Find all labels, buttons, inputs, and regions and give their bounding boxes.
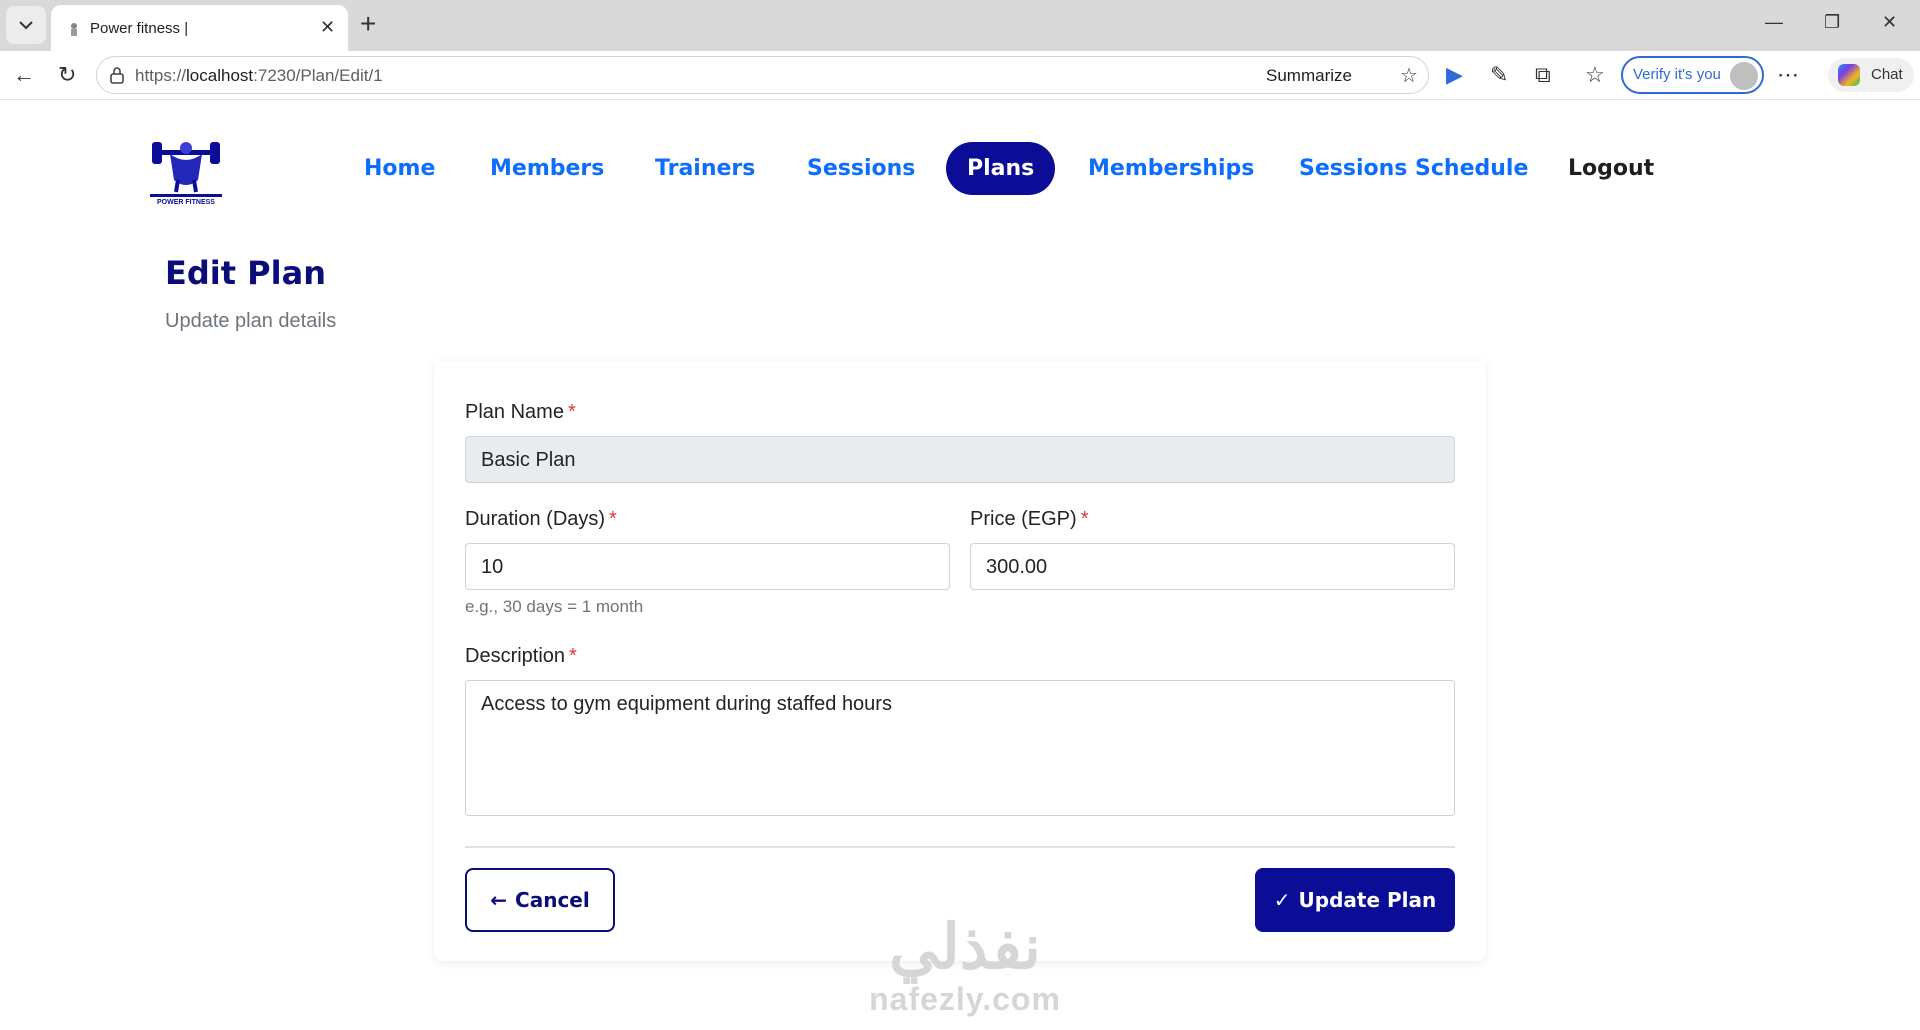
browser-toolbar: ← ↻ https://localhost:7230/Plan/Edit/1 S…	[0, 51, 1920, 100]
duration-hint: e.g., 30 days = 1 month	[465, 597, 644, 616]
browser-tab[interactable]: Power fitness | ✕	[51, 5, 348, 51]
restore-icon[interactable]: ❐	[1824, 12, 1840, 33]
favorites-icon[interactable]: ☆	[1585, 63, 1605, 87]
plan-name-field[interactable]: Basic Plan	[465, 436, 1455, 483]
page-subtitle: Update plan details	[165, 310, 337, 332]
play-icon[interactable]: ▶	[1446, 63, 1463, 87]
page-title: Edit Plan	[165, 254, 326, 292]
new-tab-icon[interactable]: +	[360, 9, 376, 39]
description-label: Description *	[465, 645, 577, 667]
watermark: نفذلي nafezly.com	[869, 913, 1061, 1018]
eyedropper-icon[interactable]: ✎	[1490, 63, 1508, 87]
chat-button[interactable]: Chat	[1828, 58, 1914, 92]
favorite-star-icon[interactable]: ☆	[1400, 64, 1418, 88]
power-fitness-logo: POWER FITNESS	[150, 142, 222, 206]
cancel-button[interactable]: ← Cancel	[465, 868, 615, 932]
more-icon[interactable]: ⋯	[1777, 63, 1799, 87]
nav-members[interactable]: Members	[490, 156, 604, 181]
form-divider	[465, 846, 1455, 848]
copilot-icon	[1838, 64, 1860, 86]
nav-plans[interactable]: Plans	[946, 142, 1056, 195]
nav-logout[interactable]: Logout	[1568, 156, 1654, 181]
tab-title: Power fitness |	[90, 20, 189, 37]
duration-label: Duration (Days) *	[465, 508, 617, 530]
url-text: https://localhost:7230/Plan/Edit/1	[135, 66, 383, 85]
avatar	[1730, 62, 1758, 90]
summarize-button[interactable]: Summarize	[1266, 66, 1352, 86]
nav-memberships[interactable]: Memberships	[1088, 156, 1254, 181]
tab-list-button[interactable]	[6, 6, 46, 44]
chevron-down-icon	[19, 21, 33, 30]
refresh-icon[interactable]: ↻	[58, 63, 76, 87]
price-field[interactable]: 300.00	[970, 543, 1455, 590]
close-tab-icon[interactable]: ✕	[320, 17, 335, 38]
extensions-icon[interactable]: ⧉	[1535, 63, 1551, 87]
favicon-icon	[71, 23, 77, 36]
close-window-icon[interactable]: ✕	[1882, 12, 1897, 33]
verify-profile-button[interactable]: Verify it's you	[1621, 56, 1764, 94]
nav-sessions-schedule[interactable]: Sessions Schedule	[1299, 156, 1528, 181]
description-textarea[interactable]: Access to gym equipment during staffed h…	[465, 680, 1455, 816]
duration-field[interactable]: 10	[465, 543, 950, 590]
browser-tab-bar: Power fitness | ✕ + — ❐ ✕	[0, 0, 1920, 51]
nav-trainers[interactable]: Trainers	[655, 156, 755, 181]
plan-name-label: Plan Name *	[465, 401, 576, 423]
arrow-left-icon: ←	[490, 888, 508, 912]
nav-sessions[interactable]: Sessions	[807, 156, 915, 181]
check-icon: ✓	[1273, 888, 1291, 912]
svg-text:POWER FITNESS: POWER FITNESS	[157, 199, 215, 206]
price-label: Price (EGP) *	[970, 508, 1089, 530]
update-plan-button[interactable]: ✓ Update Plan	[1255, 868, 1455, 932]
site-info-icon[interactable]	[109, 66, 125, 84]
minimize-icon[interactable]: —	[1765, 12, 1783, 33]
address-bar[interactable]: https://localhost:7230/Plan/Edit/1 Summa…	[96, 56, 1429, 94]
nav-home[interactable]: Home	[364, 156, 435, 181]
back-icon[interactable]: ←	[13, 63, 35, 87]
